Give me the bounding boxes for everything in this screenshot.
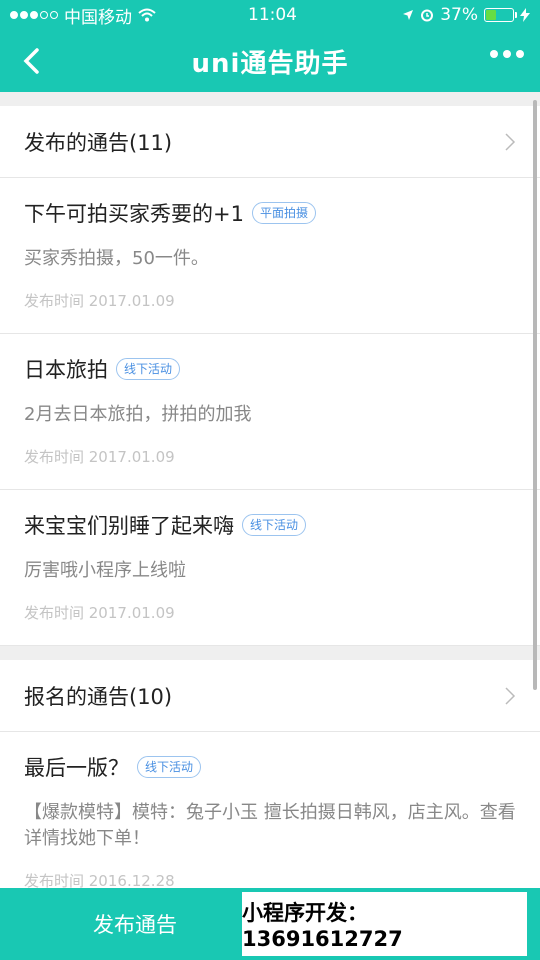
location-arrow-icon bbox=[403, 10, 414, 20]
item-description: 2月去日本旅拍，拼拍的加我 bbox=[24, 404, 252, 425]
published-section-title: 发布的通告(11) bbox=[24, 130, 173, 155]
main-content: 发布的通告(11) 下午可拍买家秀要的+1 平面拍摄 买家秀拍摄，50一件。 发… bbox=[0, 92, 540, 888]
item-timestamp: 发布时间 2017.01.09 bbox=[24, 292, 175, 310]
item-description: 厉害哦小程序上线啦 bbox=[24, 560, 186, 581]
item-title: 日本旅拍 bbox=[24, 358, 108, 382]
chevron-right-icon bbox=[500, 686, 520, 706]
published-section-header[interactable]: 发布的通告(11) bbox=[0, 106, 540, 178]
item-timestamp: 发布时间 2017.01.09 bbox=[24, 604, 175, 622]
status-bar: 中国移动 11:04 37% bbox=[0, 0, 540, 30]
category-badge: 平面拍摄 bbox=[251, 202, 316, 224]
more-dot-icon bbox=[490, 50, 498, 58]
back-arrow-icon bbox=[23, 48, 39, 74]
list-item[interactable]: 来宝宝们别睡了起来嗨 线下活动 厉害哦小程序上线啦 发布时间 2017.01.0… bbox=[0, 490, 540, 646]
scrollbar[interactable] bbox=[533, 100, 537, 690]
clock: 11:04 bbox=[248, 5, 297, 25]
more-menu-button[interactable] bbox=[490, 50, 524, 58]
more-dot-icon bbox=[503, 50, 511, 58]
signal-strength-icon bbox=[10, 11, 58, 19]
more-dot-icon bbox=[516, 50, 524, 58]
charging-bolt-icon bbox=[520, 8, 530, 22]
page-title: uni通告助手 bbox=[191, 48, 349, 79]
signup-section-header[interactable]: 报名的通告(10) bbox=[0, 660, 540, 732]
battery-icon bbox=[484, 8, 517, 22]
wifi-icon bbox=[138, 8, 156, 22]
list-item[interactable]: 日本旅拍 线下活动 2月去日本旅拍，拼拍的加我 发布时间 2017.01.09 bbox=[0, 334, 540, 490]
item-description: 【爆款模特】模特：兔子小玉 擅长拍摄日韩风，店主风。查看详情找她下单！ bbox=[24, 802, 516, 849]
item-description: 买家秀拍摄，50一件。 bbox=[24, 248, 209, 269]
promo-banner: 小程序开发：13691612727 bbox=[242, 892, 527, 956]
item-timestamp: 发布时间 2016.12.28 bbox=[24, 872, 175, 888]
list-item[interactable]: 下午可拍买家秀要的+1 平面拍摄 买家秀拍摄，50一件。 发布时间 2017.0… bbox=[0, 178, 540, 334]
nav-bar: uni通告助手 bbox=[0, 30, 540, 92]
item-title: 下午可拍买家秀要的+1 bbox=[24, 202, 244, 226]
item-title: 来宝宝们别睡了起来嗨 bbox=[24, 514, 234, 538]
signup-section-title: 报名的通告(10) bbox=[24, 684, 173, 709]
category-badge: 线下活动 bbox=[116, 358, 181, 380]
category-badge: 线下活动 bbox=[242, 514, 307, 536]
carrier-name: 中国移动 bbox=[64, 7, 132, 28]
list-item[interactable]: 最后一版？ 线下活动 【爆款模特】模特：兔子小玉 擅长拍摄日韩风，店主风。查看详… bbox=[0, 732, 540, 888]
publish-notice-button[interactable]: 发布通告 bbox=[0, 888, 270, 960]
back-button[interactable] bbox=[14, 44, 48, 78]
category-badge: 线下活动 bbox=[137, 756, 202, 778]
item-title: 最后一版？ bbox=[24, 756, 129, 780]
chevron-right-icon bbox=[500, 132, 520, 152]
item-timestamp: 发布时间 2017.01.09 bbox=[24, 448, 175, 466]
alarm-clock-icon bbox=[421, 9, 434, 22]
battery-percent: 37% bbox=[440, 5, 478, 25]
